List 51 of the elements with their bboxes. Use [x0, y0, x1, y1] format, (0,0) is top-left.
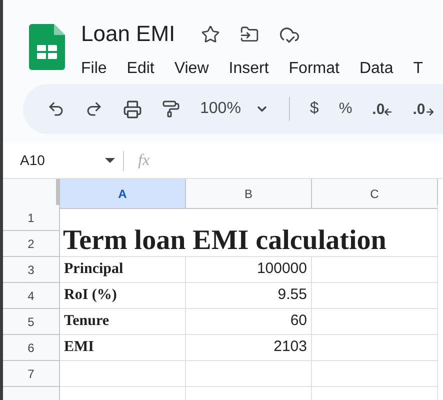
- zoom-dropdown[interactable]: 100%: [200, 97, 269, 121]
- column-header[interactable]: A: [60, 179, 186, 209]
- merged-title-cell[interactable]: Term loan EMI calculation: [60, 205, 438, 257]
- menu-item[interactable]: T: [413, 57, 424, 81]
- menu-item[interactable]: Format: [288, 57, 340, 81]
- table-cell[interactable]: 60: [186, 309, 312, 335]
- document-title[interactable]: Loan EMI: [81, 23, 176, 45]
- redo-icon[interactable]: [85, 100, 103, 118]
- table-cell[interactable]: [312, 335, 438, 361]
- row-header[interactable]: 5: [3, 309, 60, 335]
- table-cell[interactable]: [312, 361, 438, 387]
- table-cell[interactable]: 2103: [186, 335, 312, 361]
- menu-item[interactable]: View: [174, 57, 209, 81]
- table-cell[interactable]: [312, 257, 438, 283]
- table-cell[interactable]: RoI (%): [60, 283, 186, 309]
- menu-item[interactable]: File: [81, 57, 107, 81]
- decrease-decimal-button[interactable]: .0: [372, 102, 393, 116]
- sheets-logo-icon[interactable]: [29, 24, 65, 70]
- row-header[interactable]: 3: [3, 257, 60, 283]
- menu-item[interactable]: Insert: [228, 57, 269, 81]
- table-cell[interactable]: [186, 361, 312, 387]
- menu-item[interactable]: Data: [359, 57, 394, 81]
- caret-icon[interactable]: [105, 158, 115, 163]
- arrow-left-icon[interactable]: [382, 106, 393, 116]
- table-cell[interactable]: Tenure: [60, 309, 186, 335]
- table-cell[interactable]: [60, 361, 186, 387]
- table-cell[interactable]: EMI: [60, 335, 186, 361]
- currency-button[interactable]: $: [310, 97, 319, 121]
- table-cell[interactable]: [312, 283, 438, 309]
- table-cell[interactable]: 9.55: [186, 283, 312, 309]
- print-icon[interactable]: [123, 100, 142, 118]
- folder-icon[interactable]: [240, 24, 260, 44]
- row-header[interactable]: 6: [3, 335, 60, 361]
- formula-label: fx: [138, 150, 150, 170]
- row-header[interactable]: 1: [3, 205, 60, 231]
- table-cell[interactable]: [312, 309, 438, 335]
- name-box[interactable]: A10: [3, 150, 123, 171]
- table-cell[interactable]: 100000: [186, 257, 312, 283]
- column-header[interactable]: C: [312, 179, 438, 209]
- menu-item[interactable]: Edit: [126, 57, 154, 81]
- row-header[interactable]: 4: [3, 283, 60, 309]
- column-header[interactable]: B: [186, 179, 312, 209]
- undo-icon[interactable]: [47, 100, 65, 118]
- row-header[interactable]: 2: [3, 231, 60, 257]
- table-cell[interactable]: Principal: [60, 257, 186, 283]
- arrow-right-icon[interactable]: [425, 106, 436, 116]
- star-icon[interactable]: [201, 24, 220, 44]
- percent-button[interactable]: %: [338, 98, 352, 120]
- increase-decimal-button[interactable]: .0: [412, 102, 436, 116]
- paint-format-icon[interactable]: [162, 100, 180, 118]
- row-header[interactable]: 7: [3, 361, 60, 387]
